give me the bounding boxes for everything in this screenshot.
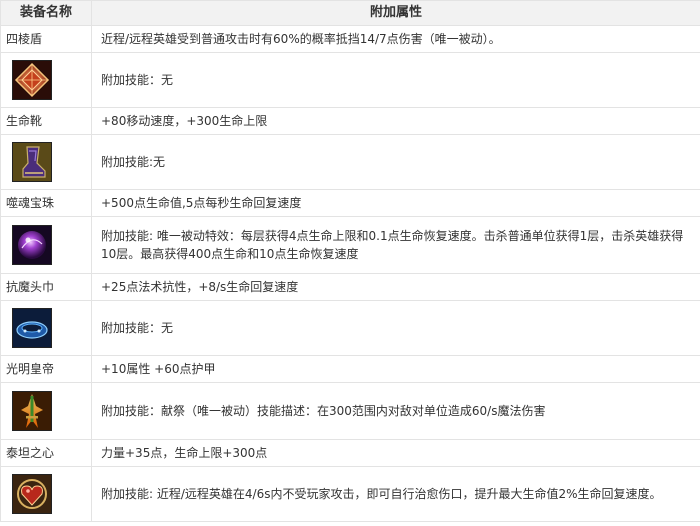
item-name: 泰坦之心 [0,439,92,467]
item-name: 抗魔头巾 [0,273,92,301]
table-row: 光明皇帝 +10属性 +60点护甲 [0,355,700,383]
item-attribute: 力量+35点，生命上限+300点 [91,439,700,467]
header-item-attribute: 附加属性 [91,0,700,26]
item-skill: 附加技能：无 [91,300,700,356]
titan-heart-icon [12,474,52,514]
item-attribute: +500点生命值,5点每秒生命回复速度 [91,189,700,217]
table-row: 附加技能：无 [0,52,700,108]
item-attribute: +80移动速度，+300生命上限 [91,107,700,135]
purple-boots-icon [12,142,52,182]
item-name: 光明皇帝 [0,355,92,383]
table-row: 噬魂宝珠 +500点生命值,5点每秒生命回复速度 [0,189,700,217]
item-attribute: 近程/远程英雄受到普通攻击时有60%的概率抵挡14/7点伤害（唯一被动）。 [91,25,700,53]
header-item-name: 装备名称 [0,0,92,26]
table-row: 附加技能:无 [0,134,700,190]
blue-headband-icon [12,308,52,348]
item-skill: 附加技能:无 [91,134,700,190]
table-row: 附加技能：无 [0,300,700,356]
table-row: 抗魔头巾 +25点法术抗性，+8/s生命回复速度 [0,273,700,301]
table-row: 泰坦之心 力量+35点，生命上限+300点 [0,439,700,467]
item-skill: 附加技能：献祭（唯一被动）技能描述：在300范围内对敌对单位造成60/s魔法伤害 [91,382,700,440]
item-attribute: +25点法术抗性，+8/s生命回复速度 [91,273,700,301]
item-attribute: +10属性 +60点护甲 [91,355,700,383]
item-skill: 附加技能：无 [91,52,700,108]
item-name: 生命靴 [0,107,92,135]
purple-orb-icon [12,225,52,265]
item-skill: 附加技能: 近程/远程英雄在4/6s内不受玩家攻击，即可自行治愈伤口，提升最大生… [91,466,700,522]
red-diamond-shield-icon [12,60,52,100]
table-header-row: 装备名称 附加属性 [0,0,700,26]
equipment-table: 装备名称 附加属性 四棱盾 近程/远程英雄受到普通攻击时有60%的概率抵挡14/… [0,0,700,522]
flame-sword-icon [12,391,52,431]
item-skill: 附加技能: 唯一被动特效：每层获得4点生命上限和0.1点生命恢复速度。击杀普通单… [91,216,700,274]
table-row: 附加技能: 唯一被动特效：每层获得4点生命上限和0.1点生命恢复速度。击杀普通单… [0,216,700,274]
table-row: 附加技能: 近程/远程英雄在4/6s内不受玩家攻击，即可自行治愈伤口，提升最大生… [0,466,700,522]
table-row: 四棱盾 近程/远程英雄受到普通攻击时有60%的概率抵挡14/7点伤害（唯一被动）… [0,25,700,53]
table-row: 生命靴 +80移动速度，+300生命上限 [0,107,700,135]
item-name: 四棱盾 [0,25,92,53]
table-row: 附加技能：献祭（唯一被动）技能描述：在300范围内对敌对单位造成60/s魔法伤害 [0,382,700,440]
item-name: 噬魂宝珠 [0,189,92,217]
